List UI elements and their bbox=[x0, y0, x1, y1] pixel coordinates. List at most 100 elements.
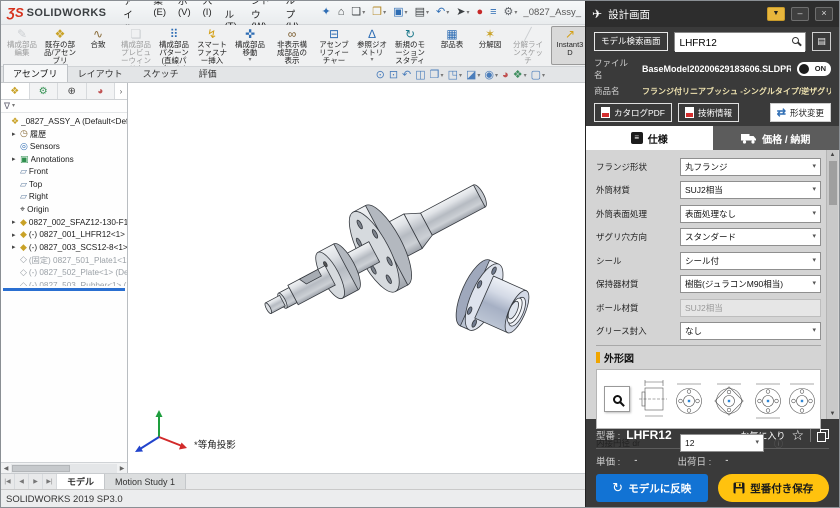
zoom-fit-button[interactable]: ⊙ bbox=[376, 70, 385, 81]
show-hidden-components-button[interactable]: ∞非表示構成部品の表示 bbox=[273, 26, 311, 65]
expand-arrow[interactable]: ▸ bbox=[12, 155, 18, 163]
reference-geometry-button[interactable]: ∆参照ジオメトリ▾ bbox=[353, 26, 391, 65]
dropdown-caret[interactable]: ▾ bbox=[405, 10, 408, 16]
tree-item[interactable]: ▸◆(-) 0827_003_SCS12-8<1> (Default bbox=[1, 241, 127, 254]
tech-info-button[interactable]: 技術情報 bbox=[678, 103, 739, 122]
surface-treatment-select[interactable]: 表面処理なし▾ bbox=[680, 205, 821, 223]
tree-item[interactable]: ▱Top bbox=[1, 178, 127, 191]
mate-button[interactable]: ∿合致 bbox=[79, 26, 117, 65]
tab-model[interactable]: モデル bbox=[57, 474, 105, 489]
dropdown-caret[interactable]: ▾ bbox=[477, 73, 480, 79]
panel-vertical-scrollbar[interactable]: ▲ ▼ bbox=[826, 150, 838, 419]
dropdown-caret[interactable]: ▾ bbox=[446, 10, 449, 16]
3d-viewport[interactable]: *等角投影 bbox=[128, 83, 587, 473]
tree-item[interactable]: ⌖Origin bbox=[1, 203, 127, 216]
counterbore-direction-select[interactable]: スタンダード▾ bbox=[680, 228, 821, 246]
section-view-button[interactable]: ◫ bbox=[415, 70, 425, 81]
seal-select[interactable]: シール付▾ bbox=[680, 252, 821, 270]
tree-item[interactable]: ▱Right bbox=[1, 191, 127, 204]
display-pane-button[interactable]: ❐▾ bbox=[430, 70, 444, 81]
dropdown-caret[interactable]: ▾ bbox=[812, 211, 816, 217]
scrollbar-thumb[interactable] bbox=[12, 465, 70, 472]
pin-button[interactable]: ✦ bbox=[319, 6, 332, 19]
scroll-down-icon[interactable]: ▼ bbox=[830, 409, 836, 419]
dropdown-caret[interactable]: ▾ bbox=[812, 258, 816, 264]
move-component-button[interactable]: ✜構成部品移動▾ bbox=[231, 26, 269, 65]
expand-arrow[interactable]: ▸ bbox=[12, 130, 18, 138]
assembly-features-button[interactable]: ⊟アセンブリフィーチャー▾ bbox=[315, 26, 353, 65]
dropdown-caret[interactable]: ▾ bbox=[370, 57, 373, 63]
pin-button[interactable]: ▼ bbox=[767, 7, 785, 21]
minimize-button[interactable]: – bbox=[791, 7, 809, 21]
dropdown-caret[interactable]: ▾ bbox=[459, 73, 462, 79]
catalog-pdf-button[interactable]: カタログPDF bbox=[594, 103, 672, 122]
expand-arrow[interactable]: ▸ bbox=[12, 231, 18, 239]
expand-arrow[interactable]: ▸ bbox=[12, 243, 18, 251]
dropdown-caret[interactable]: ▾ bbox=[542, 73, 545, 79]
dropdown-caret[interactable]: ▾ bbox=[812, 164, 816, 170]
dropdown-caret[interactable]: ▾ bbox=[514, 10, 517, 16]
dropdown-caret[interactable]: ▾ bbox=[426, 10, 429, 16]
search-icon[interactable] bbox=[792, 37, 799, 44]
propertymanager-tab[interactable]: ⚙ bbox=[30, 83, 59, 99]
tree-item[interactable]: ◎Sensors bbox=[1, 140, 127, 153]
dropdown-caret[interactable]: ▾ bbox=[248, 57, 251, 63]
featuremanager-tab[interactable]: ❖ bbox=[1, 83, 30, 99]
undo-button[interactable]: ↶▾ bbox=[434, 6, 451, 19]
dropdown-caret[interactable]: ▾ bbox=[466, 10, 469, 16]
memo-icon[interactable]: ▤ bbox=[812, 32, 831, 51]
zoom-area-button[interactable]: ⊡ bbox=[389, 70, 398, 81]
print-button[interactable]: ▤▾ bbox=[413, 6, 431, 19]
tree-item[interactable]: ❖_0827_ASSY_A (Default<Default_Displ bbox=[1, 115, 127, 128]
tree-item[interactable]: ▸▣Annotations bbox=[1, 153, 127, 166]
rebuild-button[interactable]: ● bbox=[474, 6, 485, 19]
tree-item[interactable]: ▸◆(-) 0827_001_LHFR12<1> (Default bbox=[1, 228, 127, 241]
model-tab-nav-2[interactable]: ◀ bbox=[15, 474, 29, 489]
open-button[interactable]: ❐▾ bbox=[370, 6, 388, 19]
exploded-view-button[interactable]: ✶分解図 bbox=[471, 26, 509, 65]
close-button[interactable]: × bbox=[815, 7, 833, 21]
tab-price-delivery[interactable]: 価格 / 納期 bbox=[713, 126, 840, 150]
displaymanager-tab[interactable]: ◕ bbox=[87, 83, 116, 99]
model-tab-nav-1[interactable]: |◀ bbox=[1, 474, 15, 489]
file-properties-button[interactable]: ≡ bbox=[488, 6, 498, 19]
insert-component-button[interactable]: ❖既存の部品/アセンブリ▾ bbox=[41, 26, 79, 65]
options-gear-button[interactable]: ⚙▾ bbox=[502, 6, 520, 19]
tree-item[interactable]: ▱Front bbox=[1, 165, 127, 178]
dropdown-caret[interactable]: ▾ bbox=[12, 103, 15, 109]
save-button[interactable]: ▣▾ bbox=[391, 6, 409, 19]
hide-show-items-button[interactable]: ◉▾ bbox=[484, 70, 498, 81]
previous-view-button[interactable]: ↶ bbox=[402, 70, 411, 81]
more-tabs-chevron-icon[interactable]: › bbox=[115, 83, 127, 99]
outline-drawing[interactable] bbox=[637, 372, 815, 426]
scroll-left-icon[interactable]: ◀ bbox=[1, 465, 11, 472]
scroll-up-icon[interactable]: ▲ bbox=[830, 150, 836, 160]
retainer-material-select[interactable]: 樹脂(ジュラコンM90相当)▾ bbox=[680, 275, 821, 293]
dropdown-caret[interactable]: ▾ bbox=[524, 73, 527, 79]
tree-horizontal-scrollbar[interactable]: ◀ ▶ bbox=[1, 462, 127, 473]
inner-diameter-select[interactable]: 12 ▾ bbox=[680, 434, 764, 452]
flange-shape-select[interactable]: 丸フランジ▾ bbox=[680, 158, 821, 176]
linear-component-pattern-button[interactable]: ⠿構成部品パターン(直線パターン)▾ bbox=[155, 26, 193, 65]
on-off-toggle[interactable]: ON bbox=[797, 62, 831, 76]
tab-spec[interactable]: ≡ 仕様 bbox=[586, 126, 713, 150]
tree-item[interactable]: ▸◆0827_002_SFAZ12-130-F10-B8-P6- bbox=[1, 216, 127, 229]
expand-arrow[interactable]: ▸ bbox=[12, 218, 18, 226]
scrollbar-thumb[interactable] bbox=[829, 161, 837, 205]
dropdown-caret[interactable]: ▾ bbox=[755, 440, 759, 446]
tree-item[interactable]: ◇(固定) 0827_501_Plate1<1> (Defau bbox=[1, 254, 127, 267]
model-3d[interactable] bbox=[128, 83, 587, 458]
dropdown-caret[interactable]: ▾ bbox=[812, 187, 816, 193]
apply-to-model-button[interactable]: ↻ モデルに反映 bbox=[596, 474, 708, 502]
dropdown-caret[interactable]: ▾ bbox=[812, 281, 816, 287]
home-button[interactable]: ⌂ bbox=[336, 6, 347, 19]
apply-scene-button[interactable]: ❖▾ bbox=[513, 70, 527, 81]
tab-motion-study-1[interactable]: Motion Study 1 bbox=[105, 474, 186, 489]
model-tab-nav-3[interactable]: ▶ bbox=[29, 474, 43, 489]
dropdown-caret[interactable]: ▾ bbox=[362, 10, 365, 16]
dropdown-caret[interactable]: ▾ bbox=[812, 234, 816, 240]
dropdown-caret[interactable]: ▾ bbox=[495, 73, 498, 79]
view-orientation-button[interactable]: ◳▾ bbox=[448, 70, 462, 81]
dropdown-caret[interactable]: ▾ bbox=[383, 10, 386, 16]
tree-item[interactable]: ◇(-) 0827_503_Rubber<1> (Default) bbox=[1, 279, 127, 286]
